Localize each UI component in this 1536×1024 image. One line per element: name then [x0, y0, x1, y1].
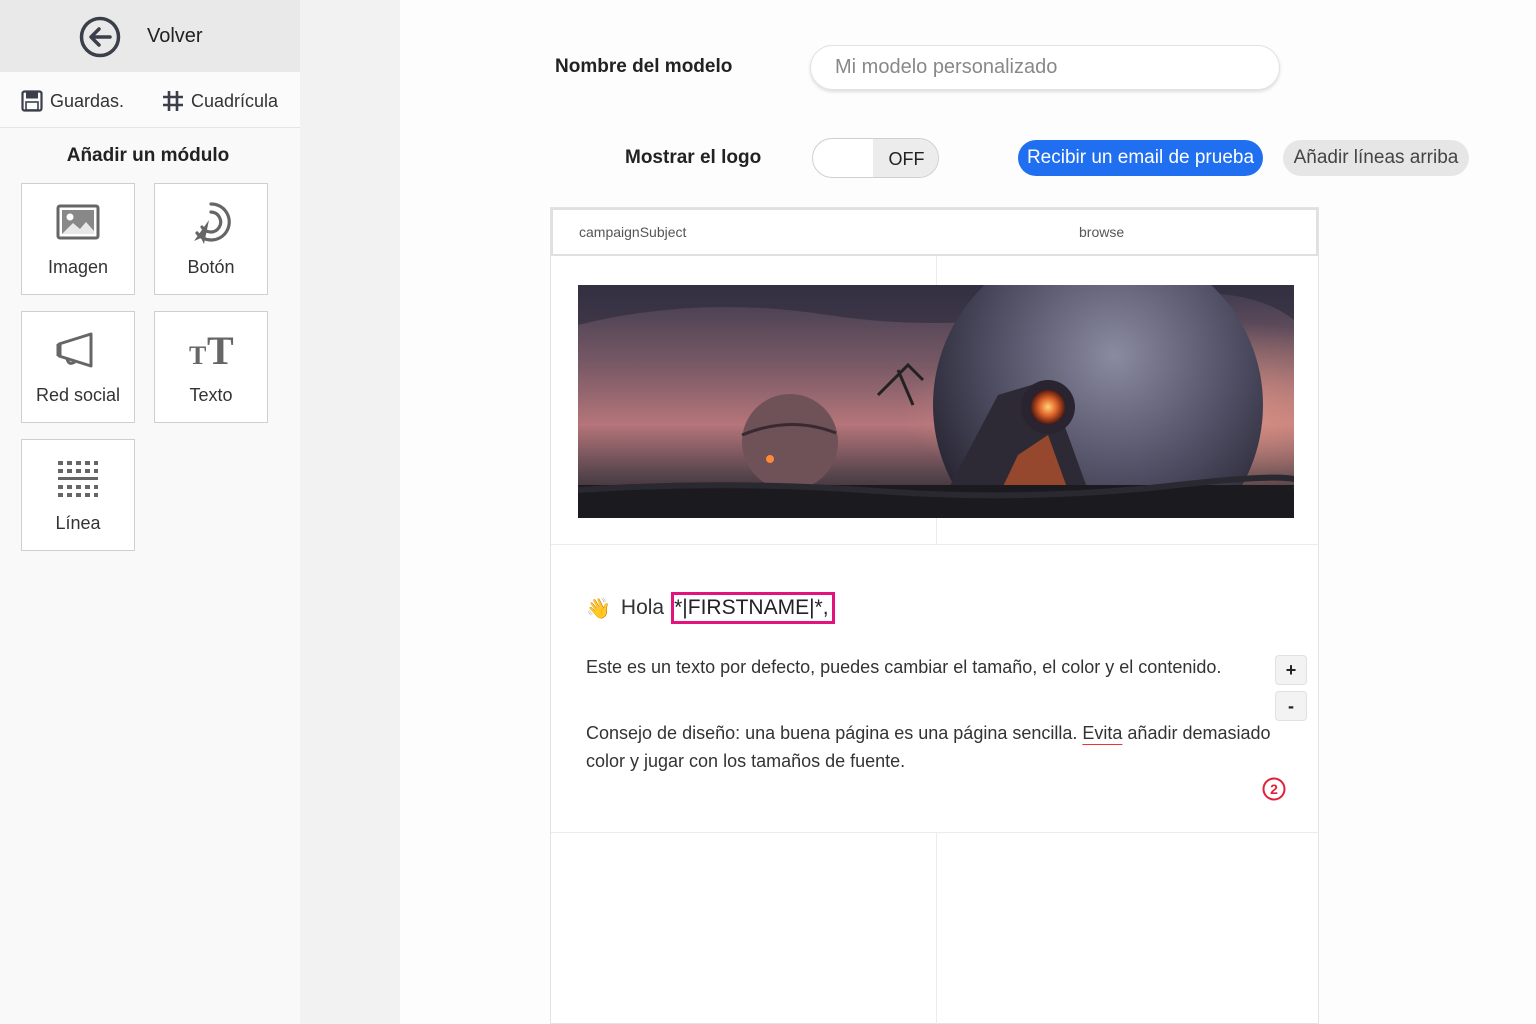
font-decrease-button[interactable]: - — [1275, 691, 1307, 721]
test-email-button[interactable]: Recibir un email de prueba — [1018, 140, 1263, 176]
module-button-label: Botón — [187, 257, 235, 277]
module-text[interactable]: T T Texto — [154, 311, 268, 423]
campaign-subject-placeholder[interactable]: campaignSubject — [579, 224, 686, 240]
step-number-text: 2 — [1270, 781, 1278, 797]
row-divider — [551, 544, 1318, 545]
spellcheck-flagged-word: Evita — [1082, 723, 1123, 743]
column-divider-2 — [936, 832, 937, 1024]
module-line-label: Línea — [55, 513, 101, 533]
sidebar-gutter — [300, 0, 400, 1024]
floppy-disk-icon — [21, 90, 43, 112]
show-logo-label: Mostrar el logo — [625, 147, 762, 168]
divider-line-icon — [58, 461, 98, 497]
hashtag-grid-icon — [163, 91, 183, 111]
font-increase-button[interactable]: + — [1275, 655, 1307, 685]
row-divider-2 — [551, 832, 1318, 833]
email-template: campaignSubject browse 👋 Hola *|FIRSTNAM… — [550, 207, 1319, 1024]
sidebar: Volver Guardas. Cuadrícula Añadir un mód… — [0, 0, 300, 1024]
browse-link[interactable]: browse — [1079, 224, 1124, 240]
model-name-label: Nombre del modelo — [555, 56, 733, 77]
firstname-merge-tag[interactable]: *|FIRSTNAME|*, — [671, 592, 835, 624]
email-header-row[interactable]: campaignSubject browse — [551, 208, 1318, 256]
modules-title: Añadir un módulo — [66, 145, 230, 166]
image-icon — [56, 204, 100, 240]
save-button[interactable]: Guardas. — [21, 88, 124, 114]
model-name-input[interactable] — [810, 45, 1280, 90]
back-arrow-icon[interactable] — [79, 16, 121, 58]
grid-button[interactable]: Cuadrícula — [162, 88, 278, 114]
greeting-word: Hola — [620, 596, 665, 619]
step-number-badge: 2 — [1262, 777, 1286, 801]
paragraph-2-start: Consejo de diseño: una buena página es u… — [586, 723, 1083, 743]
greeting-line[interactable]: 👋 Hola *|FIRSTNAME|*, — [586, 592, 835, 624]
logo-toggle[interactable]: OFF — [812, 138, 939, 178]
megaphone-icon — [56, 332, 93, 368]
module-social-label: Red social — [35, 385, 121, 405]
module-text-label: Texto — [189, 385, 233, 405]
module-line[interactable]: Línea — [21, 439, 135, 551]
back-label[interactable]: Volver — [147, 25, 203, 48]
hero-image[interactable] — [578, 285, 1294, 518]
svg-text:T: T — [207, 332, 234, 368]
module-image[interactable]: Imagen — [21, 183, 135, 295]
grid-label: Cuadrícula — [191, 90, 279, 111]
sidebar-toolbar: Guardas. Cuadrícula — [0, 72, 300, 128]
svg-text:T: T — [189, 341, 206, 368]
save-label: Guardas. — [50, 90, 125, 111]
add-lines-above-button[interactable]: Añadir líneas arriba — [1283, 140, 1469, 176]
module-button[interactable]: Botón — [154, 183, 268, 295]
text-size-icon: T T — [189, 332, 234, 368]
button-click-icon — [194, 202, 231, 244]
module-social[interactable]: Red social — [21, 311, 135, 423]
back-bar[interactable]: Volver — [0, 0, 300, 72]
module-image-label: Imagen — [47, 257, 109, 277]
body-paragraph-2[interactable]: Consejo de diseño: una buena página es u… — [586, 719, 1296, 775]
waving-hand-icon: 👋 — [586, 597, 611, 620]
logo-toggle-state: OFF — [873, 139, 938, 177]
body-paragraph-1[interactable]: Este es un texto por defecto, puedes cam… — [586, 657, 1221, 678]
